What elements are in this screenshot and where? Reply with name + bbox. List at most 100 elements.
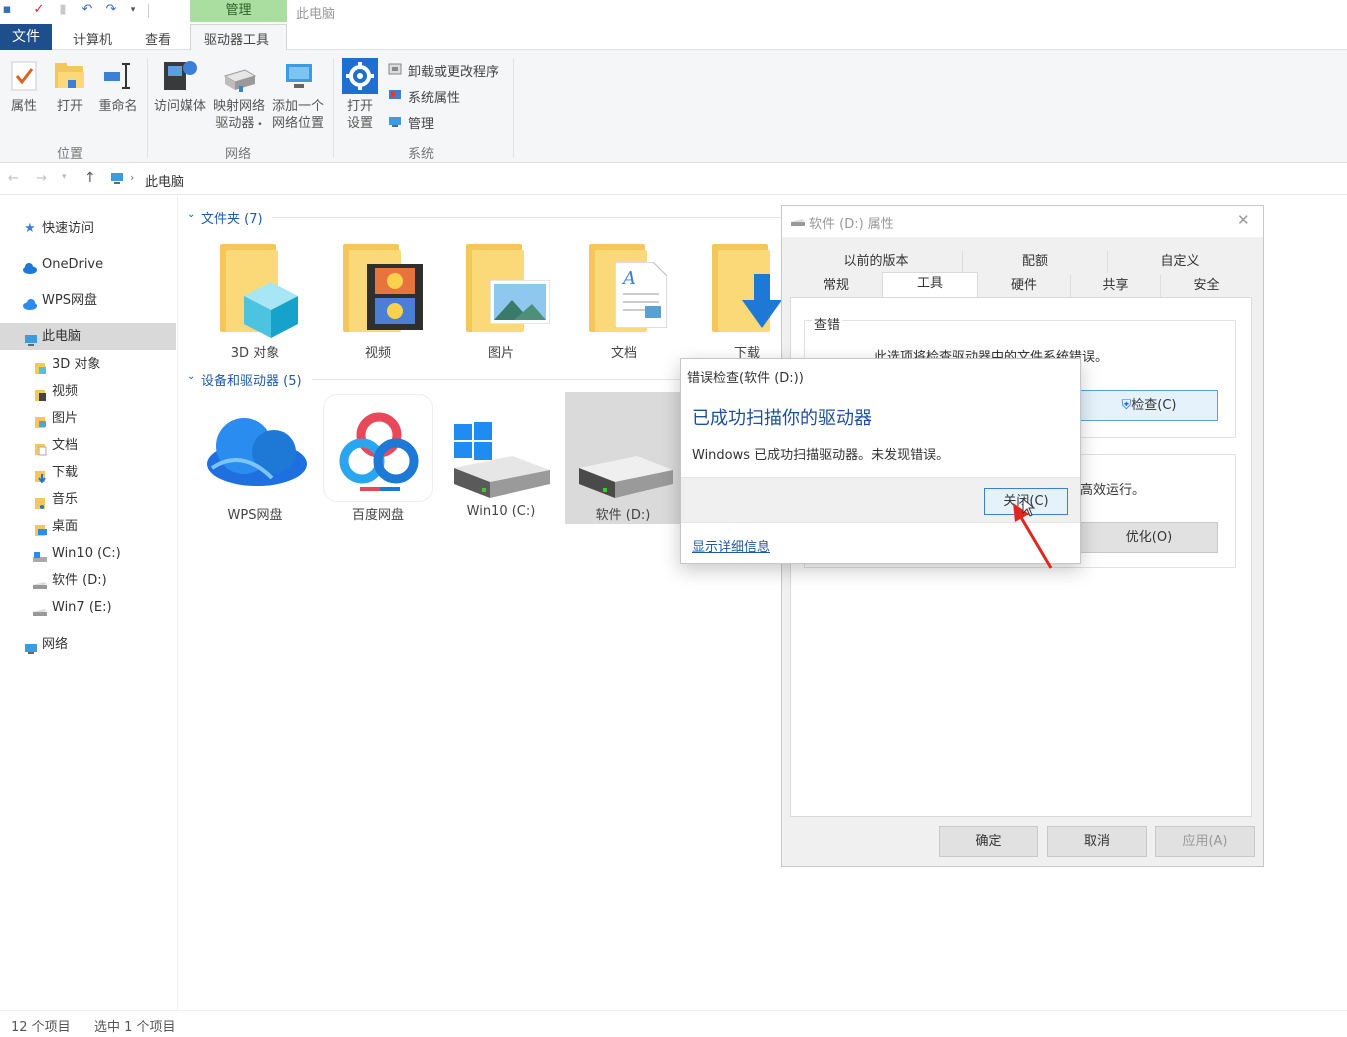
folder-label: 视频 [364, 346, 391, 361]
nav-item-onedrive[interactable]: OneDrive [0, 251, 176, 278]
tab-drive-tools[interactable]: 驱动器工具 [204, 29, 269, 48]
nav-item-3d-objects[interactable]: 3D 对象 [0, 351, 176, 378]
download-arrow-icon [742, 274, 782, 328]
breadcrumb[interactable]: 此电脑 [145, 171, 184, 190]
nav-item-wps[interactable]: WPS网盘 [0, 287, 176, 314]
manage-button[interactable]: 管理 [408, 113, 434, 132]
music-icon [34, 493, 47, 509]
apply-button[interactable]: 应用(A) [1155, 826, 1255, 857]
nav-item-soft-drive[interactable]: 软件 (D:) [0, 567, 176, 594]
new-folder-icon[interactable]: ▮ [56, 3, 70, 17]
nav-item-videos[interactable]: 视频 [0, 378, 176, 405]
check-button[interactable]: ⛨检查(C) [1080, 390, 1218, 421]
up-icon[interactable]: ↑ [84, 170, 96, 186]
back-icon[interactable]: ← [8, 171, 19, 186]
nav-label: 桌面 [52, 519, 79, 534]
group-label-system: 系统 [408, 147, 435, 162]
collapse-folders-icon[interactable]: ⌄ [187, 209, 195, 220]
nav-label: WPS网盘 [42, 293, 97, 308]
tab-hardware[interactable]: 硬件 [978, 275, 1070, 297]
group-divider [147, 58, 148, 158]
device-label: Win10 (C:) [466, 504, 536, 519]
wps-cloud-icon [22, 294, 37, 310]
section-header-devices[interactable]: 设备和驱动器 (5) [201, 370, 302, 389]
nav-label: Win7 (E:) [52, 600, 112, 615]
nav-item-desktop[interactable]: 桌面 [0, 513, 176, 540]
tab-quota[interactable]: 配额 [962, 251, 1107, 273]
group-label-network: 网络 [225, 147, 252, 162]
qat-divider [148, 4, 149, 18]
close-icon[interactable]: ✕ [1237, 211, 1250, 229]
device-tile-baidu[interactable] [323, 394, 433, 502]
cube-icon [244, 282, 298, 338]
undo-icon[interactable]: ↶ [80, 3, 94, 17]
map-network-drive-button[interactable]: 映射网络 驱动器 • [208, 98, 270, 134]
open-button[interactable]: 打开 [50, 98, 90, 115]
nav-label: 此电脑 [42, 329, 82, 344]
folder-label: 3D 对象 [230, 346, 280, 361]
rename-button[interactable]: 重命名 [94, 98, 142, 115]
folder-tile-pictures[interactable] [446, 238, 556, 342]
folder-icon[interactable]: ▪ [0, 3, 14, 17]
document-page-icon: A [615, 262, 667, 328]
mouse-cursor-icon [1022, 498, 1036, 517]
nav-item-quick-access[interactable]: ★ 快速访问 [0, 215, 176, 242]
show-details-link[interactable]: 显示详细信息 [692, 536, 770, 555]
add-location-line1: 添加一个 [271, 99, 324, 114]
open-settings-line2: 设置 [346, 116, 373, 131]
tab-customize[interactable]: 自定义 [1107, 251, 1252, 273]
tab-sharing[interactable]: 共享 [1070, 275, 1160, 297]
optimize-button[interactable]: 优化(O) [1080, 522, 1218, 553]
nav-item-documents[interactable]: 文档 [0, 432, 176, 459]
properties-icon[interactable]: ✓ [32, 3, 46, 17]
nav-item-network[interactable]: 网络 [0, 631, 176, 658]
tab-security[interactable]: 安全 [1160, 275, 1252, 297]
forward-icon[interactable]: → [36, 171, 47, 186]
add-network-location-button[interactable]: 添加一个 网络位置 [268, 98, 328, 132]
properties-button[interactable]: 属性 [4, 98, 44, 115]
open-settings-line1: 打开 [346, 99, 373, 114]
folder-label: 文档 [610, 346, 637, 361]
ok-button[interactable]: 确定 [939, 826, 1038, 857]
pictures-icon [34, 412, 47, 428]
nav-item-win7-drive[interactable]: Win7 (E:) [0, 594, 176, 621]
map-drive-dropdown-icon: • [254, 120, 263, 130]
collapse-devices-icon[interactable]: ⌄ [187, 371, 195, 382]
open-settings-button[interactable]: 打开 设置 [340, 98, 380, 132]
open-folder-icon [54, 62, 86, 90]
redo-icon[interactable]: ↷ [104, 3, 118, 17]
nav-item-this-pc[interactable]: 此电脑 [0, 323, 176, 350]
tab-file[interactable]: 文件 [0, 24, 52, 50]
access-media-icon [162, 58, 198, 92]
nav-label: 网络 [42, 637, 69, 652]
nav-item-downloads[interactable]: 下载 [0, 459, 176, 486]
downloads-icon [34, 466, 47, 484]
section-header-folders[interactable]: 文件夹 (7) [201, 208, 263, 227]
folder-tile-videos[interactable] [323, 238, 433, 342]
tab-view[interactable]: 查看 [145, 29, 171, 48]
folder-tile-documents[interactable]: A [569, 238, 679, 342]
tab-computer[interactable]: 计算机 [73, 29, 112, 48]
system-properties-button[interactable]: 系统属性 [408, 87, 460, 106]
access-media-button[interactable]: 访问媒体 [151, 98, 209, 115]
nav-item-music[interactable]: 音乐 [0, 486, 176, 513]
dialog-message: Windows 已成功扫描驱动器。未发现错误。 [692, 448, 950, 463]
folder-tile-downloads[interactable] [692, 238, 782, 342]
tab-general[interactable]: 常规 [790, 275, 882, 297]
nav-item-pictures[interactable]: 图片 [0, 405, 176, 432]
customize-qat-icon[interactable]: ▾ [126, 3, 140, 17]
nav-item-win10-drive[interactable]: Win10 (C:) [0, 540, 176, 567]
tab-tools[interactable]: 工具 [882, 272, 978, 298]
drive-icon [791, 219, 805, 226]
device-tile-wps[interactable] [200, 396, 310, 500]
tab-previous-versions[interactable]: 以前的版本 [790, 251, 962, 273]
nav-label: 视频 [52, 384, 79, 399]
map-drive-line1: 映射网络 [212, 99, 265, 114]
device-tile-win10-drive[interactable] [446, 414, 556, 504]
uninstall-button[interactable]: 卸载或更改程序 [408, 61, 499, 80]
drive-c-icon [454, 422, 550, 498]
recent-locations-icon[interactable]: ▾ [62, 172, 67, 182]
cancel-button[interactable]: 取消 [1047, 826, 1147, 857]
status-selected: 选中 1 个项目 [94, 1020, 176, 1035]
device-label: 百度网盘 [351, 508, 404, 523]
